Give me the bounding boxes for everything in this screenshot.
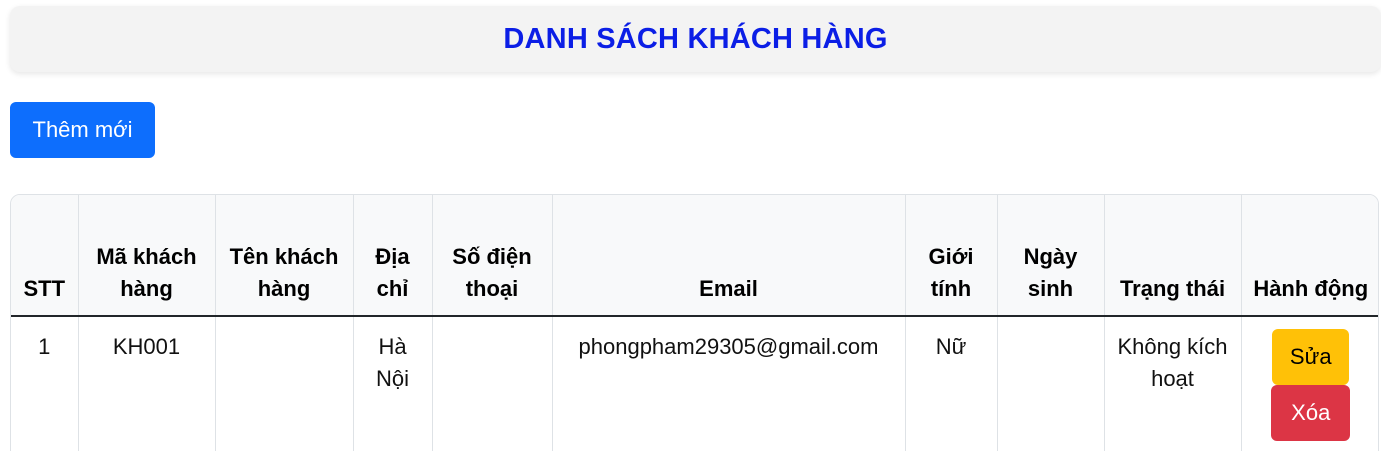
edit-button[interactable]: Sửa bbox=[1272, 329, 1350, 385]
table-body: 1 KH001 Hà Nội phongpham29305@gmail.com … bbox=[11, 316, 1378, 451]
cell-phone bbox=[432, 316, 553, 451]
column-header-stt: STT bbox=[11, 195, 79, 317]
cell-birthdate bbox=[997, 316, 1105, 451]
title-bar: DANH SÁCH KHÁCH HÀNG bbox=[10, 6, 1381, 72]
customer-table-container: STT Mã khách hàng Tên khách hàng Địa chỉ… bbox=[10, 194, 1379, 451]
page: DANH SÁCH KHÁCH HÀNG Thêm mới STT Mã khá… bbox=[0, 0, 1381, 451]
column-header-address: Địa chỉ bbox=[353, 195, 433, 317]
column-header-email: Email bbox=[552, 195, 906, 317]
cell-customer-code: KH001 bbox=[78, 316, 216, 451]
column-header-customer-name: Tên khách hàng bbox=[215, 195, 354, 317]
column-header-gender: Giới tính bbox=[905, 195, 998, 317]
column-header-customer-code: Mã khách hàng bbox=[78, 195, 216, 317]
delete-button[interactable]: Xóa bbox=[1271, 385, 1351, 441]
column-header-status: Trạng thái bbox=[1104, 195, 1242, 317]
cell-email: phongpham29305@gmail.com bbox=[552, 316, 906, 451]
cell-stt: 1 bbox=[11, 316, 79, 451]
add-new-button[interactable]: Thêm mới bbox=[10, 102, 155, 158]
table-row: 1 KH001 Hà Nội phongpham29305@gmail.com … bbox=[11, 316, 1378, 451]
table-header-row: STT Mã khách hàng Tên khách hàng Địa chỉ… bbox=[11, 195, 1378, 317]
cell-customer-name bbox=[215, 316, 354, 451]
cell-gender: Nữ bbox=[905, 316, 998, 451]
action-buttons: Sửa Xóa bbox=[1250, 329, 1373, 441]
page-title: DANH SÁCH KHÁCH HÀNG bbox=[503, 22, 888, 55]
customer-table: STT Mã khách hàng Tên khách hàng Địa chỉ… bbox=[11, 195, 1378, 451]
cell-status: Không kích hoạt bbox=[1104, 316, 1242, 451]
cell-actions: Sửa Xóa bbox=[1241, 316, 1378, 451]
column-header-birthdate: Ngày sinh bbox=[997, 195, 1105, 317]
table-header: STT Mã khách hàng Tên khách hàng Địa chỉ… bbox=[11, 195, 1378, 317]
column-header-actions: Hành động bbox=[1241, 195, 1378, 317]
column-header-phone: Số điện thoại bbox=[432, 195, 553, 317]
cell-address: Hà Nội bbox=[353, 316, 433, 451]
